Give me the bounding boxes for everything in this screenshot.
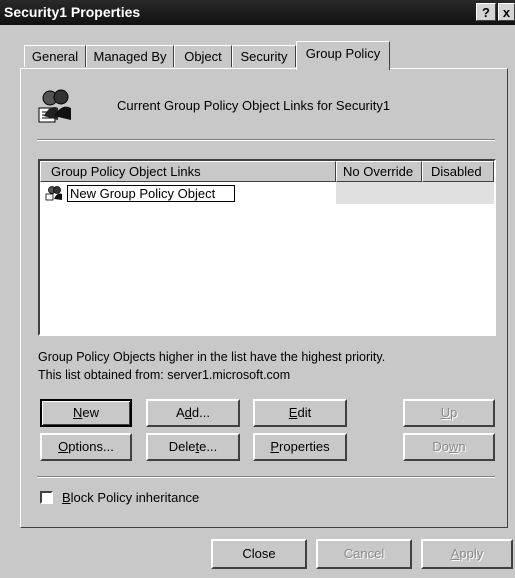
header-text: Current Group Policy Object Links for Se…: [117, 98, 391, 113]
up-button[interactable]: Up: [403, 399, 495, 427]
delete-button[interactable]: Delete...: [146, 433, 240, 461]
tab-object[interactable]: Object: [174, 45, 232, 67]
tab-label: Security: [240, 49, 288, 64]
close-window-button[interactable]: x: [498, 3, 515, 21]
tab-general[interactable]: General: [24, 45, 86, 67]
priority-info-text: Group Policy Objects higher in the list …: [38, 350, 386, 364]
properties-button[interactable]: Properties: [253, 433, 347, 461]
separator: [37, 476, 495, 478]
column-header-links[interactable]: Group Policy Object Links: [40, 161, 336, 182]
gpo-links-list[interactable]: Group Policy Object Links No Override Di…: [38, 159, 496, 336]
down-button[interactable]: Down: [403, 433, 495, 461]
tab-label: Object: [184, 49, 222, 64]
column-header-no-override[interactable]: No Override: [336, 161, 422, 182]
add-button[interactable]: Add...: [146, 399, 240, 427]
title-bar[interactable]: Security1 Properties ? x: [0, 0, 515, 25]
window-title: Security1 Properties: [4, 4, 141, 20]
group-policy-icon: [45, 186, 62, 201]
tab-group-policy[interactable]: Group Policy: [296, 41, 390, 70]
close-button[interactable]: Close: [211, 539, 307, 569]
row-columns-fill: [336, 182, 494, 204]
options-button[interactable]: Options...: [40, 433, 132, 461]
block-inheritance-label[interactable]: Block Policy inheritance: [62, 490, 199, 505]
tab-security[interactable]: Security: [232, 45, 296, 67]
tab-label: General: [31, 49, 79, 64]
edit-button[interactable]: Edit: [253, 399, 347, 427]
tab-managed-by[interactable]: Managed By: [86, 45, 174, 67]
cancel-button[interactable]: Cancel: [316, 539, 412, 569]
group-policy-icon: [38, 89, 71, 123]
apply-button[interactable]: Apply: [421, 539, 513, 569]
column-header-disabled[interactable]: Disabled: [422, 161, 494, 182]
gpo-name-edit-field[interactable]: New Group Policy Object: [67, 185, 235, 202]
block-inheritance-checkbox[interactable]: [40, 491, 53, 504]
separator: [37, 139, 495, 141]
source-info-text: This list obtained from: server1.microso…: [38, 368, 291, 382]
new-button[interactable]: New: [40, 399, 132, 427]
tab-label: Group Policy: [305, 46, 381, 61]
help-button[interactable]: ?: [476, 3, 496, 21]
tab-label: Managed By: [93, 49, 167, 64]
